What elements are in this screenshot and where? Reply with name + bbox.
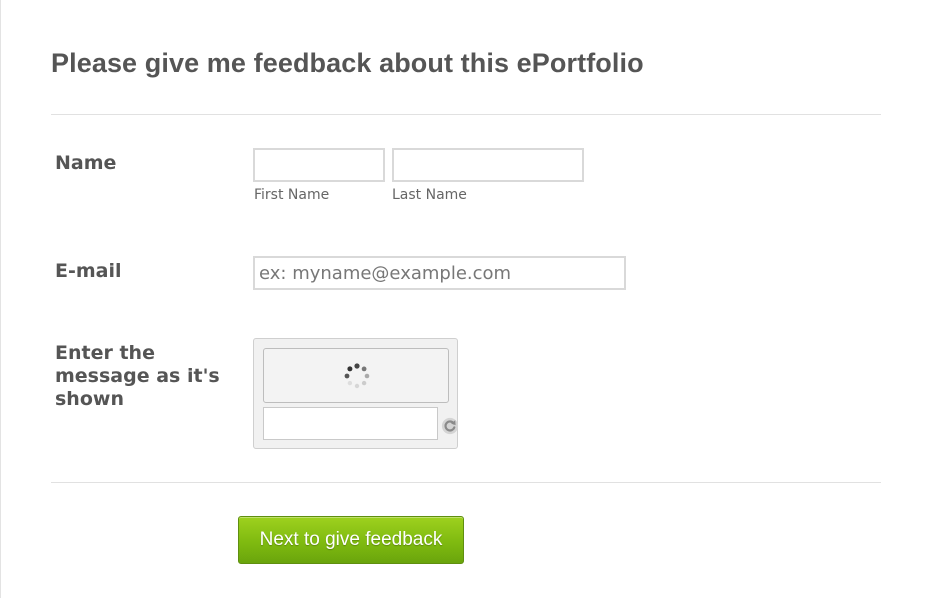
captcha-box <box>253 338 459 449</box>
form-title: Please give me feedback about this ePort… <box>51 48 644 78</box>
first-name-sublabel: First Name <box>254 187 330 203</box>
captcha-label: Enter the message as it's shown <box>55 342 220 410</box>
last-name-sublabel: Last Name <box>392 187 467 203</box>
form-page: Please give me feedback about this ePort… <box>0 0 930 598</box>
top-divider <box>51 114 881 115</box>
last-name-input[interactable] <box>392 148 584 182</box>
bottom-divider <box>51 482 881 483</box>
refresh-icon[interactable] <box>441 417 459 435</box>
spinner-icon <box>344 363 370 389</box>
captcha-input[interactable] <box>263 407 438 440</box>
email-input[interactable] <box>253 256 626 290</box>
email-label: E-mail <box>55 260 122 282</box>
captcha-image <box>263 348 449 403</box>
name-label: Name <box>55 152 117 174</box>
next-feedback-button[interactable]: Next to give feedback <box>238 516 464 564</box>
first-name-input[interactable] <box>253 148 385 182</box>
